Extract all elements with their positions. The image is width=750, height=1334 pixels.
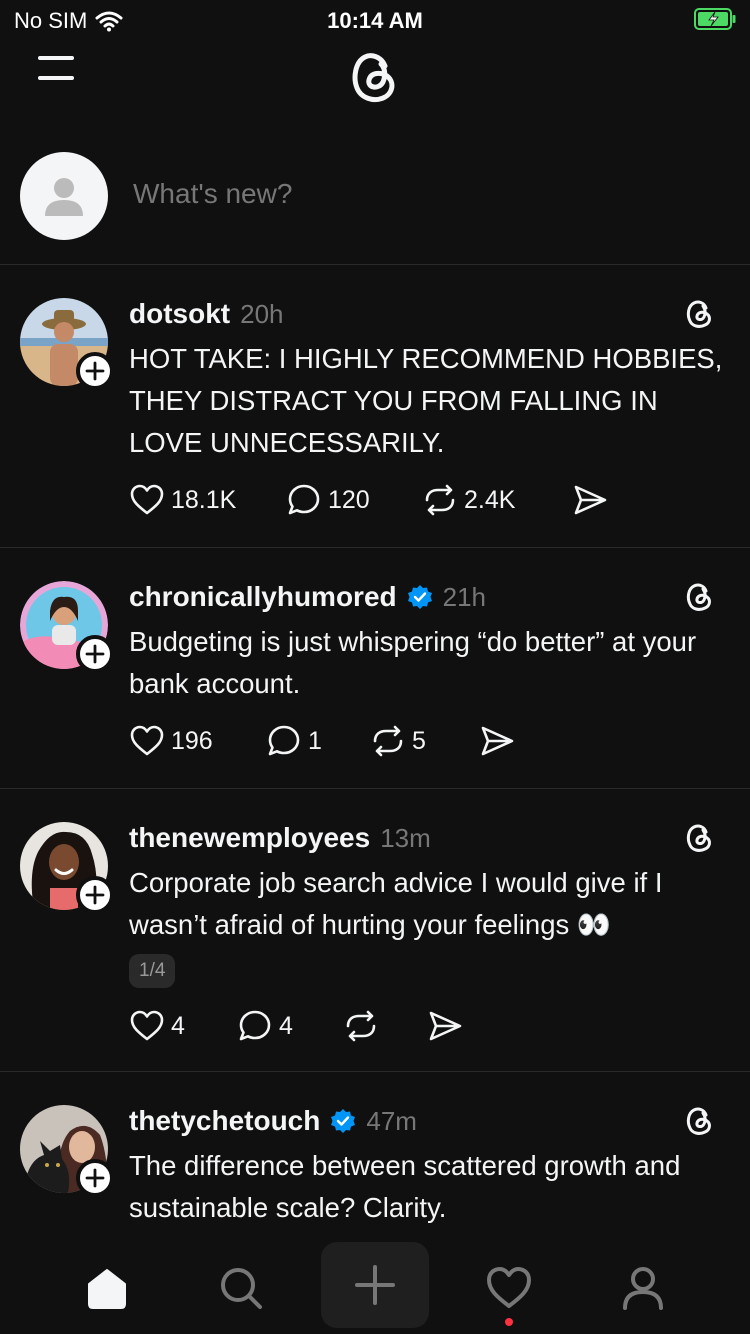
like-button[interactable]: 4	[129, 1008, 237, 1044]
post-header: thetychetouch 47m	[129, 1105, 417, 1137]
post-time: 21h	[442, 581, 487, 612]
profile-icon	[623, 1267, 663, 1310]
menu-icon[interactable]	[36, 52, 76, 86]
search-icon	[221, 1268, 262, 1309]
like-count: 4	[171, 1011, 185, 1040]
repost-button[interactable]	[343, 1008, 427, 1044]
notification-dot	[505, 1318, 513, 1326]
home-icon	[88, 1269, 126, 1309]
reply-count: 1	[308, 726, 322, 755]
share-button[interactable]	[427, 1008, 463, 1044]
like-count: 196	[171, 726, 213, 755]
post[interactable]: chronicallyhumored 21h Budgeting is just…	[0, 577, 750, 788]
comment-icon	[288, 484, 320, 515]
share-button[interactable]	[572, 482, 608, 518]
post-time: 20h	[240, 298, 284, 329]
plus-icon	[85, 361, 105, 381]
reply-count: 4	[279, 1011, 293, 1040]
post-time: 47m	[366, 1105, 417, 1136]
username[interactable]: dotsokt	[129, 298, 230, 330]
repost-icon	[425, 484, 455, 516]
composer[interactable]: What's new?	[0, 148, 750, 264]
reply-count: 120	[328, 485, 370, 514]
follow-button[interactable]	[76, 1159, 114, 1197]
post-text: Corporate job search advice I would give…	[129, 867, 663, 940]
share-icon	[481, 726, 514, 756]
username[interactable]: thetychetouch	[129, 1105, 320, 1137]
share-button[interactable]	[479, 723, 515, 759]
post-time: 13m	[380, 822, 431, 853]
follow-button[interactable]	[76, 876, 114, 914]
post-actions: 196 1 5	[129, 721, 515, 761]
battery-icon	[694, 8, 736, 30]
like-button[interactable]: 196	[129, 723, 266, 759]
heart-icon	[130, 484, 164, 515]
carousel-page-indicator: 1/4	[129, 954, 176, 988]
post[interactable]: thetychetouch 47m The difference between…	[0, 1101, 750, 1240]
post-header: dotsokt 20h	[129, 298, 284, 330]
repost-count: 5	[412, 726, 426, 755]
divider	[0, 547, 750, 548]
post-text: HOT TAKE: I HIGHLY RECOMMEND HOBBIES, TH…	[129, 343, 723, 458]
threads-icon[interactable]	[682, 577, 718, 613]
post-text: Budgeting is just whispering “do better”…	[129, 626, 697, 699]
post-text: The difference between scattered growth …	[129, 1150, 681, 1223]
share-icon	[429, 1011, 462, 1041]
reply-button[interactable]: 1	[266, 723, 370, 759]
username[interactable]: thenewemployees	[129, 822, 370, 854]
like-count: 18.1K	[171, 485, 237, 514]
post-header: thenewemployees 13m	[129, 822, 431, 854]
share-icon	[574, 485, 607, 515]
heart-icon	[130, 1010, 164, 1041]
plus-icon	[85, 644, 105, 664]
follow-button[interactable]	[76, 635, 114, 673]
composer-input[interactable]: What's new?	[133, 178, 292, 210]
tab-bar	[0, 1240, 750, 1334]
repost-button[interactable]: 2.4K	[422, 482, 572, 518]
verified-icon	[407, 585, 432, 609]
activity-icon	[487, 1267, 531, 1308]
tab-new-post[interactable]	[321, 1242, 429, 1328]
divider	[0, 788, 750, 789]
status-bar: No SIM 10:14 AM	[0, 0, 750, 40]
tab-search[interactable]	[211, 1258, 271, 1318]
heart-icon	[130, 725, 164, 756]
verified-icon	[331, 1109, 356, 1133]
threads-icon[interactable]	[682, 294, 718, 330]
like-button[interactable]: 18.1K	[129, 482, 286, 518]
new-post-icon	[355, 1265, 395, 1305]
comment-icon	[268, 725, 300, 756]
tab-home[interactable]	[77, 1258, 137, 1318]
threads-icon[interactable]	[682, 1101, 718, 1137]
threads-icon[interactable]	[682, 818, 718, 854]
post[interactable]: dotsokt 20h HOT TAKE: I HIGHLY RECOMMEND…	[0, 294, 750, 547]
tab-profile[interactable]	[613, 1258, 673, 1318]
reply-button[interactable]: 120	[286, 482, 422, 518]
plus-icon	[85, 885, 105, 905]
repost-icon	[346, 1010, 376, 1042]
post-actions: 4 4	[129, 1006, 463, 1046]
username[interactable]: chronicallyhumored	[129, 581, 397, 613]
repost-icon	[373, 725, 403, 757]
post[interactable]: thenewemployees 13m Corporate job search…	[0, 818, 750, 1071]
divider	[0, 1071, 750, 1072]
tab-activity[interactable]	[479, 1258, 539, 1318]
status-time: 10:14 AM	[327, 8, 423, 33]
avatar-placeholder-icon[interactable]	[20, 152, 108, 240]
post-header: chronicallyhumored 21h	[129, 581, 486, 613]
top-navigation	[0, 40, 750, 110]
reply-button[interactable]: 4	[237, 1008, 343, 1044]
comment-icon	[239, 1010, 271, 1041]
threads-logo-icon[interactable]	[343, 42, 407, 106]
divider	[0, 264, 750, 265]
repost-count: 2.4K	[464, 485, 516, 514]
repost-button[interactable]: 5	[370, 723, 479, 759]
follow-button[interactable]	[76, 352, 114, 390]
post-actions: 18.1K 120 2.4K	[129, 480, 608, 520]
plus-icon	[85, 1168, 105, 1188]
